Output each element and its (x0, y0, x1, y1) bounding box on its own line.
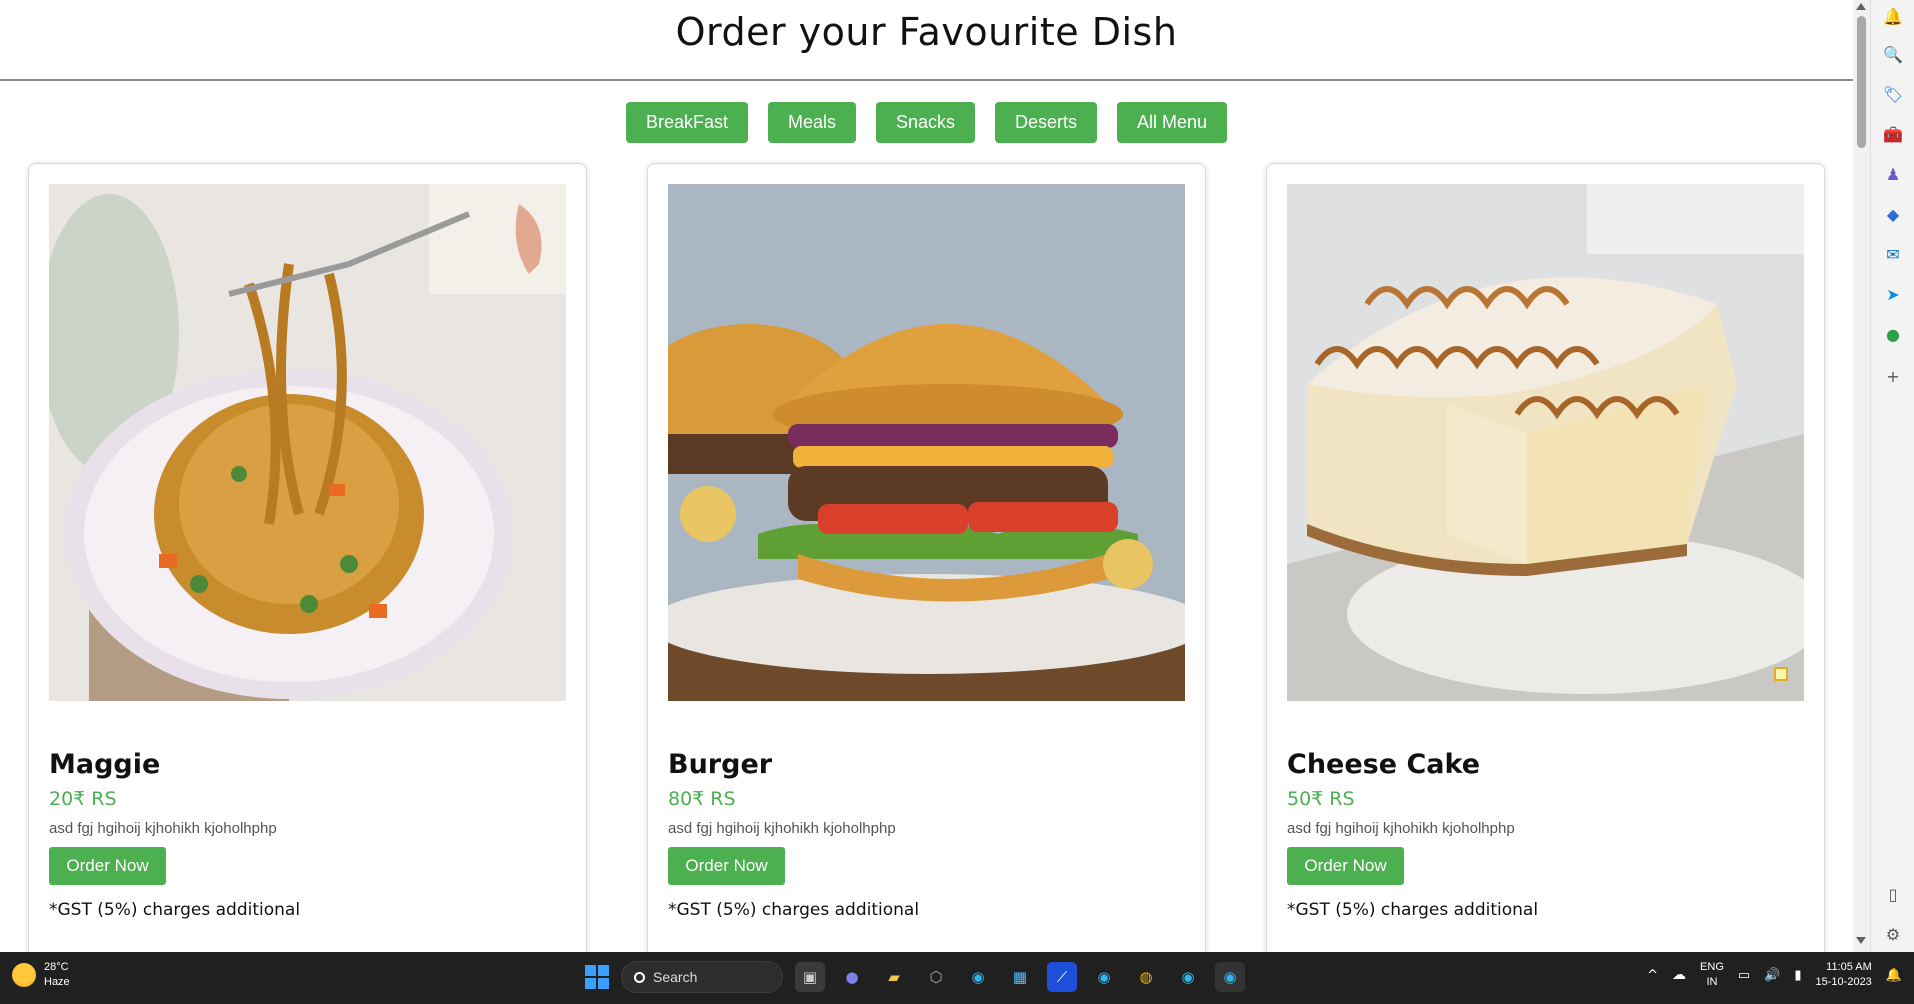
battery-icon[interactable]: ▮ (1794, 968, 1801, 983)
dish-description: asd fgj hgihoij kjhohikh kjoholhphp (668, 820, 896, 837)
clock[interactable]: 11:05 AM 15-10-2023 (1816, 960, 1872, 990)
search-label: Search (653, 969, 698, 985)
nav-deserts-button[interactable]: Deserts (995, 102, 1098, 143)
vscode-icon[interactable]: ⟋ (1047, 962, 1077, 992)
page-title: Order your Favourite Dish (675, 10, 1178, 54)
settings-gear-icon[interactable]: ⚙ (1883, 924, 1903, 944)
windows-taskbar: 28°C Haze Search ▣ ● ▰ ⬡ ◉ ▦ ⟋ ◉ ◍ ◉ ◉ ^… (0, 952, 1914, 1004)
task-view-icon[interactable]: ▣ (795, 962, 825, 992)
dish-price: 80₹ RS (668, 788, 736, 810)
nav-meals-button[interactable]: Meals (767, 102, 856, 143)
edge-active-icon[interactable]: ◉ (1215, 962, 1245, 992)
network-icon[interactable]: ▭ (1738, 968, 1750, 983)
taskbar-apps: Search ▣ ● ▰ ⬡ ◉ ▦ ⟋ ◉ ◍ ◉ ◉ (585, 961, 1245, 993)
burger-image (668, 184, 1185, 701)
weather-widget[interactable]: 28°C Haze (12, 960, 70, 990)
order-now-button[interactable]: Order Now (49, 847, 166, 885)
file-explorer-icon[interactable]: ▰ (879, 962, 909, 992)
clock-date: 15-10-2023 (1815, 976, 1872, 988)
onedrive-cloud-icon[interactable]: ☁ (1672, 967, 1686, 983)
region-code: IN (1706, 976, 1718, 988)
app-hexagon-icon[interactable]: ⬡ (921, 962, 951, 992)
send-icon[interactable]: ➤ (1883, 284, 1903, 304)
dish-name: Cheese Cake (1287, 749, 1481, 780)
toolbox-icon[interactable]: 🧰 (1883, 124, 1903, 144)
teams-chat-icon[interactable]: ● (837, 962, 867, 992)
tag-icon[interactable]: 🏷 (1883, 84, 1903, 104)
title-divider (0, 79, 1853, 81)
page-scrollbar[interactable] (1853, 0, 1870, 952)
add-icon[interactable]: + (1883, 366, 1903, 386)
scroll-thumb[interactable] (1857, 16, 1866, 148)
dish-card-maggie: Maggie 20₹ RS asd fgj hgihoij kjhohikh k… (28, 163, 587, 952)
gst-note: *GST (5%) charges additional (1287, 900, 1539, 920)
gst-note: *GST (5%) charges additional (668, 900, 920, 920)
chevron-up-icon[interactable]: ^ (1647, 968, 1658, 983)
tree-icon[interactable]: ● (1883, 324, 1903, 344)
scroll-up-arrow-icon[interactable] (1856, 3, 1866, 10)
notification-bell-icon[interactable]: 🔔 (1886, 968, 1902, 983)
nav-all-menu-button[interactable]: All Menu (1117, 102, 1228, 143)
dish-card-burger: Burger 80₹ RS asd fgj hgihoij kjhohikh k… (647, 163, 1206, 952)
order-now-button[interactable]: Order Now (668, 847, 785, 885)
maggie-noodles-image (49, 184, 566, 701)
weather-text: 28°C Haze (44, 960, 70, 990)
store-icon[interactable]: ▦ (1005, 962, 1035, 992)
nav-breakfast-button[interactable]: BreakFast (625, 102, 748, 143)
web-page: Order your Favourite Dish BreakFast Meal… (0, 0, 1853, 952)
dish-description: asd fgj hgihoij kjhohikh kjoholhphp (1287, 820, 1515, 837)
scroll-down-arrow-icon[interactable] (1856, 937, 1866, 944)
weather-description: Haze (44, 976, 70, 988)
dish-name: Burger (668, 749, 773, 780)
edge-dev-icon[interactable]: ◉ (1173, 962, 1203, 992)
taskbar-search[interactable]: Search (621, 961, 783, 993)
browser-sidebar: 🔔 🔍 🏷 🧰 ♟ ◆ ✉ ➤ ● + ▯ ⚙ (1870, 0, 1914, 952)
bell-icon[interactable]: 🔔 (1883, 6, 1903, 26)
cheese-cake-image (1287, 184, 1804, 701)
language-indicator[interactable]: ENG IN (1700, 960, 1724, 990)
clock-time: 11:05 AM (1826, 961, 1872, 973)
windows-start-icon[interactable] (585, 965, 609, 989)
edge-profile-icon[interactable]: ◉ (1089, 962, 1119, 992)
system-tray: ^ ☁ ENG IN ▭ 🔊 ▮ 11:05 AM 15-10-2023 🔔 (1647, 960, 1902, 990)
gst-note: *GST (5%) charges additional (49, 900, 301, 920)
outlook-icon[interactable]: ✉ (1883, 244, 1903, 264)
edge-icon[interactable]: ◉ (963, 962, 993, 992)
dish-price: 20₹ RS (49, 788, 117, 810)
volume-icon[interactable]: 🔊 (1764, 968, 1780, 983)
dish-price: 50₹ RS (1287, 788, 1355, 810)
chrome-icon[interactable]: ◍ (1131, 962, 1161, 992)
dish-description: asd fgj hgihoij kjhohikh kjoholhphp (49, 820, 277, 837)
language-code: ENG (1700, 961, 1724, 973)
weather-sun-icon (12, 963, 36, 987)
search-icon[interactable]: 🔍 (1883, 44, 1903, 64)
category-nav: BreakFast Meals Snacks Deserts All Menu (0, 102, 1853, 143)
nav-snacks-button[interactable]: Snacks (875, 102, 976, 143)
order-now-button[interactable]: Order Now (1287, 847, 1404, 885)
games-icon[interactable]: ♟ (1883, 164, 1903, 184)
dish-name: Maggie (49, 749, 161, 780)
dish-card-cheese-cake: Cheese Cake 50₹ RS asd fgj hgihoij kjhoh… (1266, 163, 1825, 952)
copilot-icon[interactable]: ◆ (1883, 204, 1903, 224)
weather-temperature: 28°C (44, 961, 69, 973)
sidebar-toggle-icon[interactable]: ▯ (1883, 884, 1903, 904)
search-icon (634, 971, 645, 983)
